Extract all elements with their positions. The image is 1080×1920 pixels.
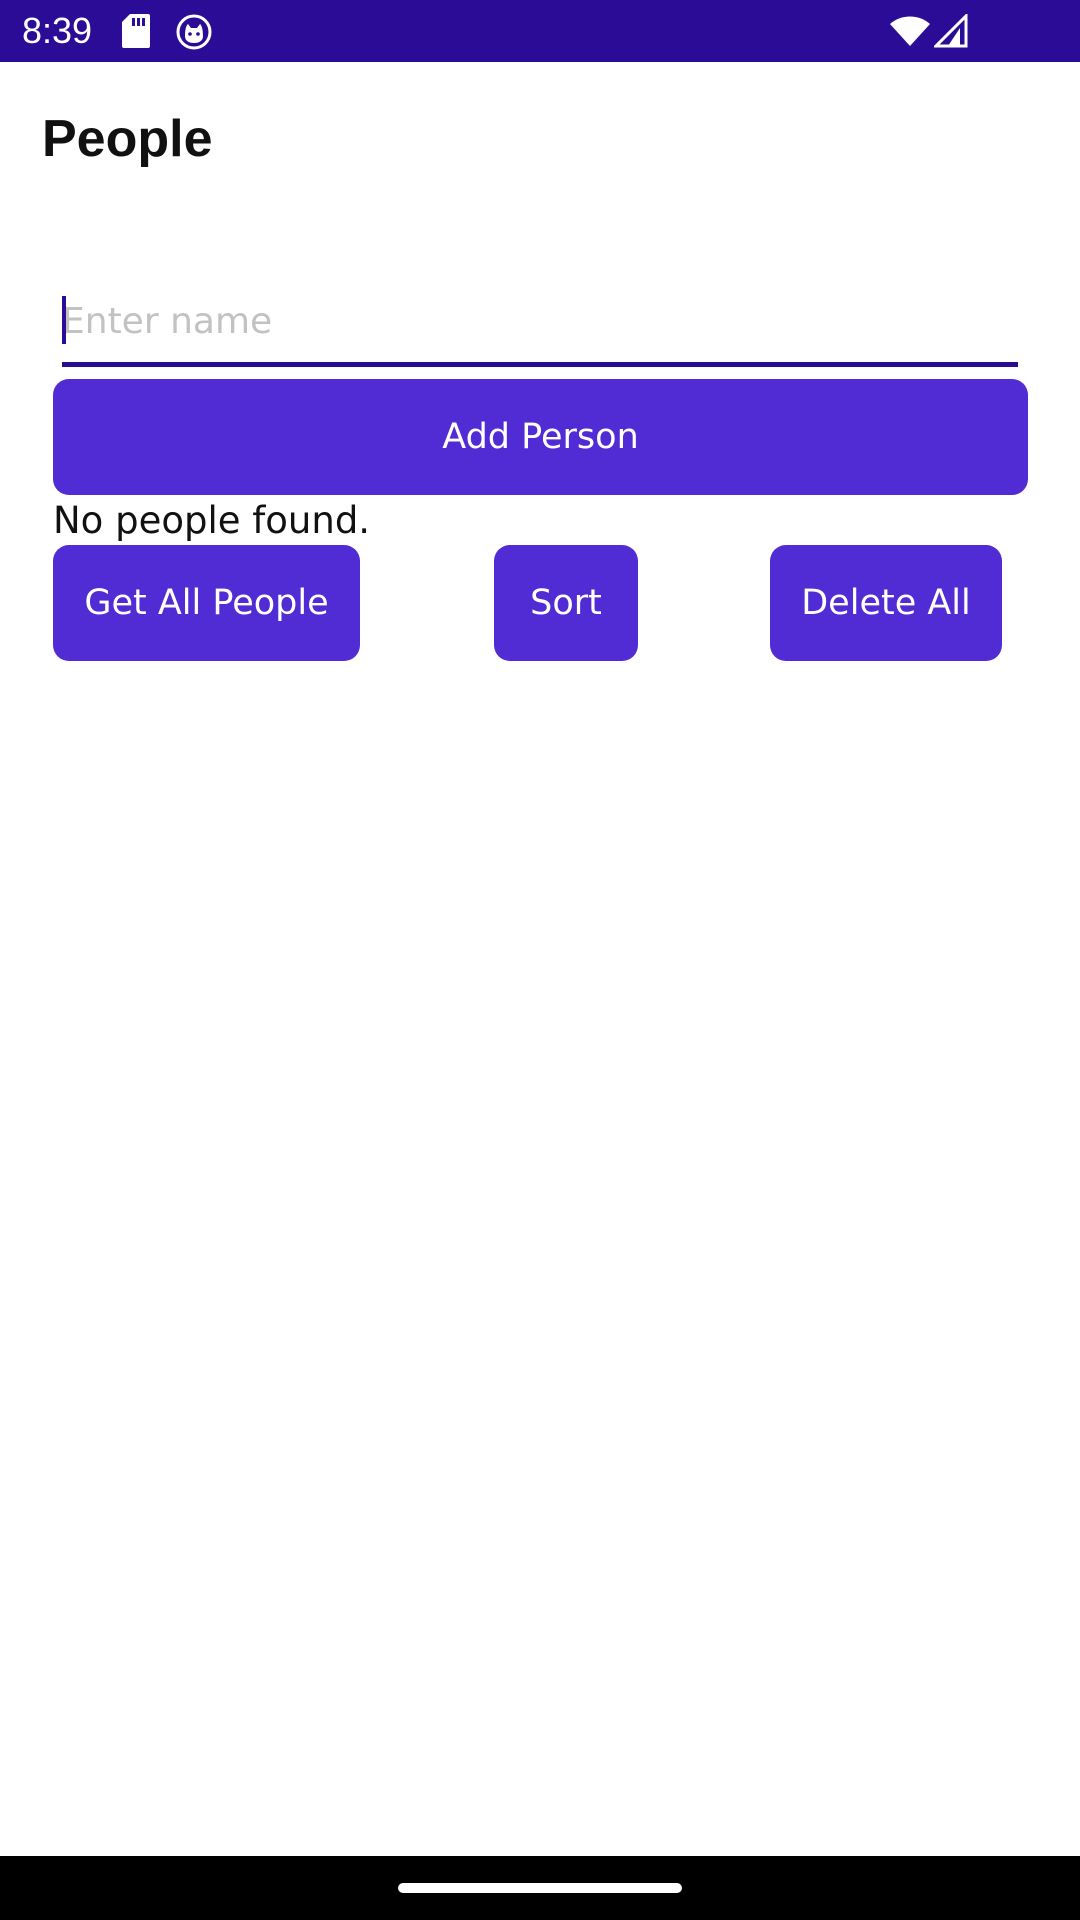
sort-button[interactable]: Sort (494, 545, 638, 661)
delete-all-button[interactable]: Delete All (770, 545, 1002, 661)
home-gesture-handle[interactable] (398, 1883, 682, 1893)
page-title: People (42, 110, 213, 168)
wifi-icon (890, 16, 930, 46)
cell-signal-icon (934, 14, 968, 48)
name-field-container (62, 286, 1018, 367)
text-cursor (62, 296, 66, 344)
add-person-button[interactable]: Add Person (53, 379, 1028, 495)
cat-face-icon (176, 14, 212, 50)
sd-card-icon (122, 14, 150, 48)
get-all-people-button[interactable]: Get All People (53, 545, 360, 661)
navigation-bar (0, 1856, 1080, 1920)
status-message: No people found. (53, 499, 371, 542)
name-input[interactable] (62, 286, 1018, 356)
status-time: 8:39 (22, 10, 93, 51)
status-bar: 8:39 (0, 0, 1080, 62)
